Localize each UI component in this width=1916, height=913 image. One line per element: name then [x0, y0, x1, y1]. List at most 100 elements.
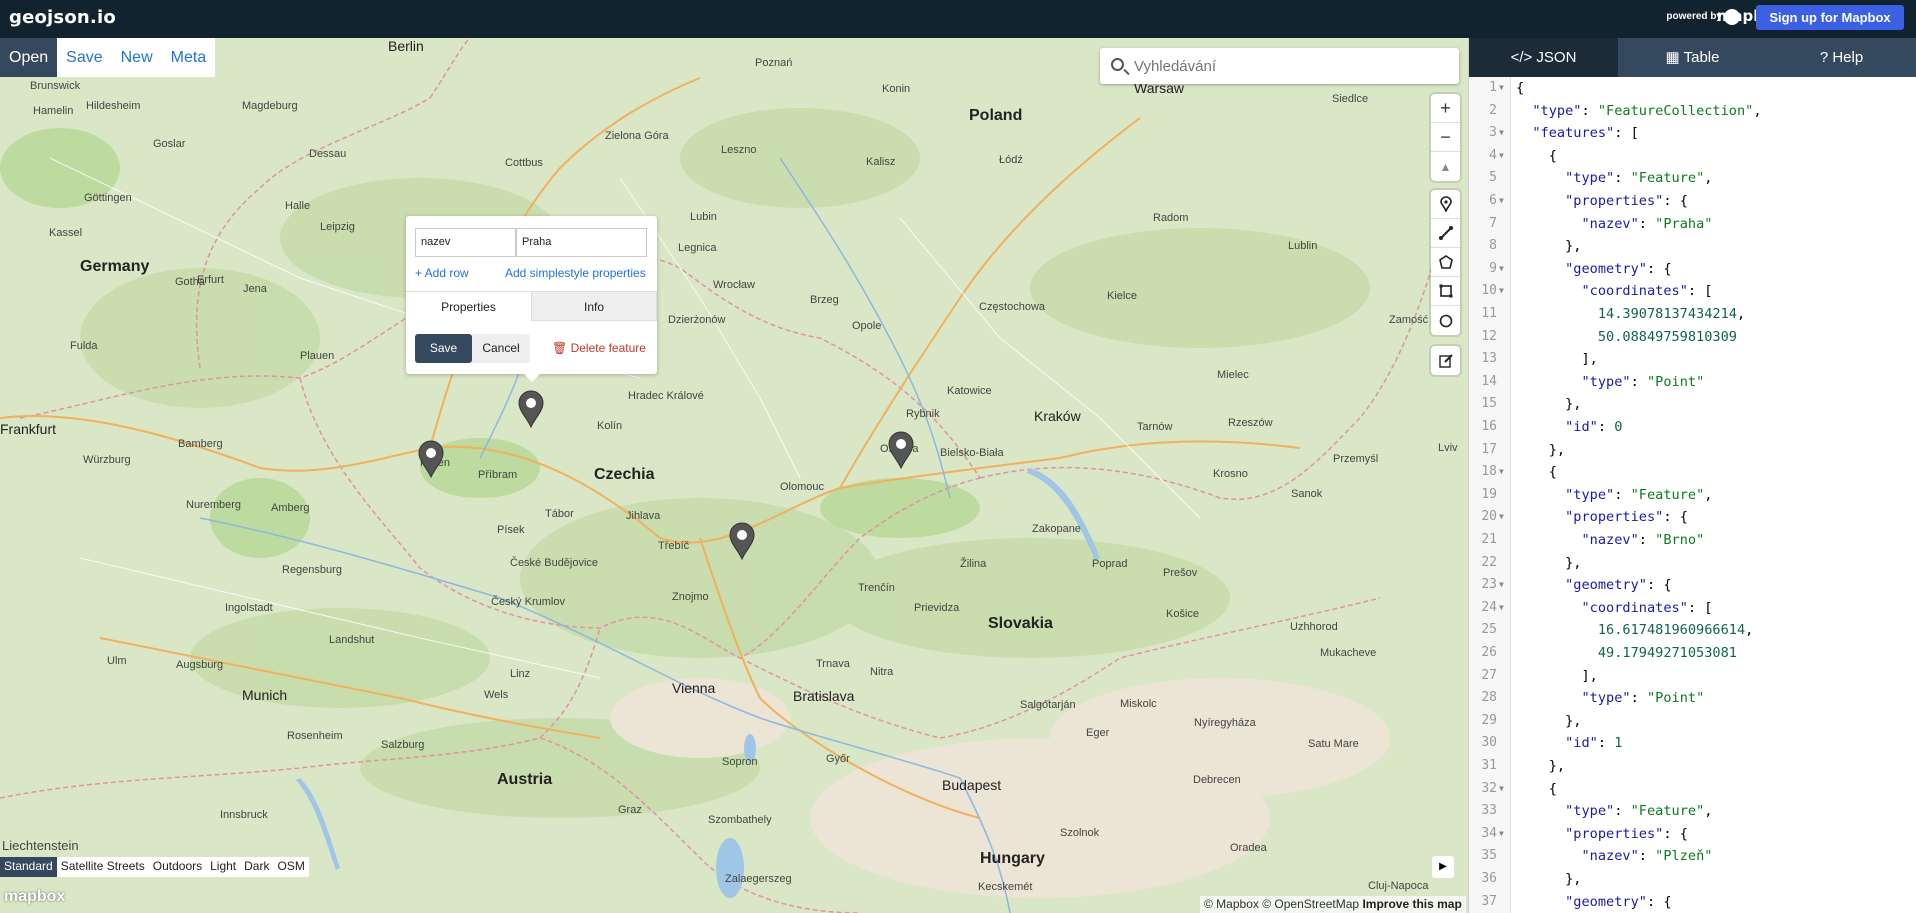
tab-table-label: Table — [1683, 49, 1720, 66]
layer-osm[interactable]: OSM — [273, 857, 308, 877]
map-label-cluj-napoca: Cluj-Napoca — [1368, 880, 1429, 892]
code-line[interactable]: "type": "Feature", — [1516, 803, 1712, 819]
search-input[interactable] — [1134, 48, 1454, 84]
tab-json[interactable]: </> JSON — [1469, 38, 1618, 77]
attribution-osm[interactable]: © OpenStreetMap — [1262, 897, 1359, 911]
json-editor[interactable]: 1 ▼{2 "type": "FeatureCollection", 3 ▼ "fea… — [1469, 77, 1916, 913]
code-line[interactable]: "id": 0 — [1516, 419, 1622, 435]
improve-map-link[interactable]: Improve this map — [1362, 897, 1461, 911]
code-line[interactable]: }, — [1516, 238, 1581, 254]
draw-circle-button[interactable] — [1431, 306, 1460, 335]
fold-toggle-icon[interactable]: ▼ — [1499, 580, 1507, 589]
layer-standard[interactable]: Standard — [0, 857, 57, 877]
code-line[interactable]: "type": "FeatureCollection", — [1516, 103, 1761, 119]
save-button[interactable]: Save — [415, 334, 472, 363]
code-line[interactable]: }, — [1516, 713, 1581, 729]
popup-tab-info[interactable]: Info — [531, 291, 657, 321]
code-line[interactable]: 50.08849759810309 — [1516, 329, 1737, 345]
fold-toggle-icon[interactable]: ▼ — [1499, 264, 1507, 273]
fold-toggle-icon[interactable]: ▼ — [1499, 829, 1507, 838]
fold-toggle-icon[interactable]: ▼ — [1499, 784, 1507, 793]
map-label-pribram: Příbram — [478, 469, 518, 481]
draw-rectangle-button[interactable] — [1431, 277, 1460, 306]
code-line[interactable]: "id": 1 — [1516, 735, 1622, 751]
zoom-in-button[interactable]: + — [1431, 94, 1460, 123]
code-line[interactable]: }, — [1516, 555, 1581, 571]
map-canvas[interactable]: Germany Poland Czechia Slovakia Austria … — [0, 38, 1468, 913]
fold-toggle-icon[interactable]: ▼ — [1499, 128, 1507, 137]
code-line[interactable]: ], — [1516, 668, 1597, 684]
code-line[interactable]: "nazev": "Brno" — [1516, 532, 1704, 548]
code-line[interactable]: { — [1516, 80, 1524, 96]
code-line[interactable]: }, — [1516, 758, 1565, 774]
code-line[interactable]: }, — [1516, 871, 1581, 887]
map-marker-ostrava[interactable] — [888, 431, 914, 469]
code-line[interactable]: "type": "Feature", — [1516, 487, 1712, 503]
menu-save[interactable]: Save — [57, 38, 111, 77]
cancel-button[interactable]: Cancel — [472, 334, 530, 363]
fold-toggle-icon[interactable]: ▼ — [1499, 151, 1507, 160]
tab-table[interactable]: ▦ Table — [1618, 38, 1767, 77]
signup-button[interactable]: Sign up for Mapbox — [1756, 5, 1904, 30]
code-line[interactable]: "coordinates": [ — [1516, 283, 1712, 299]
layer-light[interactable]: Light — [206, 857, 240, 877]
mapbox-logo[interactable]: mapbox — [4, 888, 65, 906]
line-number: 35 — [1481, 848, 1497, 864]
code-line[interactable]: { — [1516, 148, 1557, 164]
code-line[interactable]: "type": "Point" — [1516, 690, 1704, 706]
code-line[interactable]: ], — [1516, 351, 1597, 367]
draw-marker-button[interactable] — [1431, 190, 1460, 219]
property-key-field[interactable]: nazev — [415, 228, 516, 257]
line-number: 17 — [1481, 441, 1497, 457]
map-marker-plzen[interactable] — [418, 440, 444, 478]
property-value-field[interactable]: Praha — [516, 228, 647, 257]
zoom-out-button[interactable]: − — [1431, 123, 1460, 152]
fold-toggle-icon[interactable]: ▼ — [1499, 83, 1507, 92]
code-line[interactable]: "coordinates": [ — [1516, 600, 1712, 616]
draw-polygon-button[interactable] — [1431, 248, 1460, 277]
menu-open[interactable]: Open — [0, 38, 58, 77]
fold-toggle-icon[interactable]: ▼ — [1499, 512, 1507, 521]
menu-meta[interactable]: Meta — [162, 38, 216, 77]
code-line[interactable]: "type": "Feature", — [1516, 170, 1712, 186]
fold-toggle-icon[interactable]: ▼ — [1499, 286, 1507, 295]
popup-tab-properties[interactable]: Properties — [406, 291, 531, 321]
menu-new[interactable]: New — [112, 38, 162, 77]
fold-toggle-icon[interactable]: ▼ — [1499, 603, 1507, 612]
edit-icon — [1438, 353, 1453, 368]
code-line[interactable]: "properties": { — [1516, 509, 1688, 525]
attribution-mapbox[interactable]: © Mapbox — [1204, 897, 1259, 911]
code-line[interactable]: }, — [1516, 396, 1581, 412]
add-simplestyle-link[interactable]: Add simplestyle properties — [505, 266, 646, 280]
code-line[interactable]: "nazev": "Praha" — [1516, 216, 1712, 232]
code-line[interactable]: "geometry": { — [1516, 261, 1671, 277]
fold-toggle-icon[interactable]: ▼ — [1499, 196, 1507, 205]
code-line[interactable]: "properties": { — [1516, 826, 1688, 842]
map-marker-praha[interactable] — [518, 390, 544, 428]
collapse-panel-button[interactable]: ▶ — [1432, 856, 1454, 878]
draw-line-button[interactable] — [1431, 219, 1460, 248]
fold-toggle-icon[interactable]: ▼ — [1499, 467, 1507, 476]
code-line[interactable]: "features": [ — [1516, 125, 1638, 141]
app-logo[interactable]: geojson.io — [9, 7, 116, 28]
code-line[interactable]: "properties": { — [1516, 193, 1688, 209]
map-marker-brno[interactable] — [729, 522, 755, 560]
code-line[interactable]: "type": "Point" — [1516, 374, 1704, 390]
code-line[interactable]: { — [1516, 781, 1557, 797]
code-line[interactable]: "geometry": { — [1516, 577, 1671, 593]
edit-features-button[interactable] — [1431, 346, 1460, 375]
layer-outdoors[interactable]: Outdoors — [149, 857, 206, 877]
tab-help[interactable]: ? Help — [1767, 38, 1916, 77]
code-line[interactable]: "geometry": { — [1516, 894, 1671, 910]
code-line[interactable]: "nazev": "Plzeň" — [1516, 848, 1712, 864]
code-line[interactable]: 49.17949271053081 — [1516, 645, 1737, 661]
compass-button[interactable]: ▲ — [1431, 152, 1460, 181]
code-line[interactable]: { — [1516, 464, 1557, 480]
layer-satellite-streets[interactable]: Satellite Streets — [57, 857, 149, 877]
code-line[interactable]: 16.617481960966614, — [1516, 622, 1754, 638]
delete-feature-button[interactable]: 🗑 Delete feature — [552, 334, 646, 363]
code-line[interactable]: }, — [1516, 442, 1565, 458]
code-line[interactable]: 14.39078137434214, — [1516, 306, 1745, 322]
layer-dark[interactable]: Dark — [240, 857, 273, 877]
add-row-link[interactable]: + Add row — [415, 266, 469, 280]
